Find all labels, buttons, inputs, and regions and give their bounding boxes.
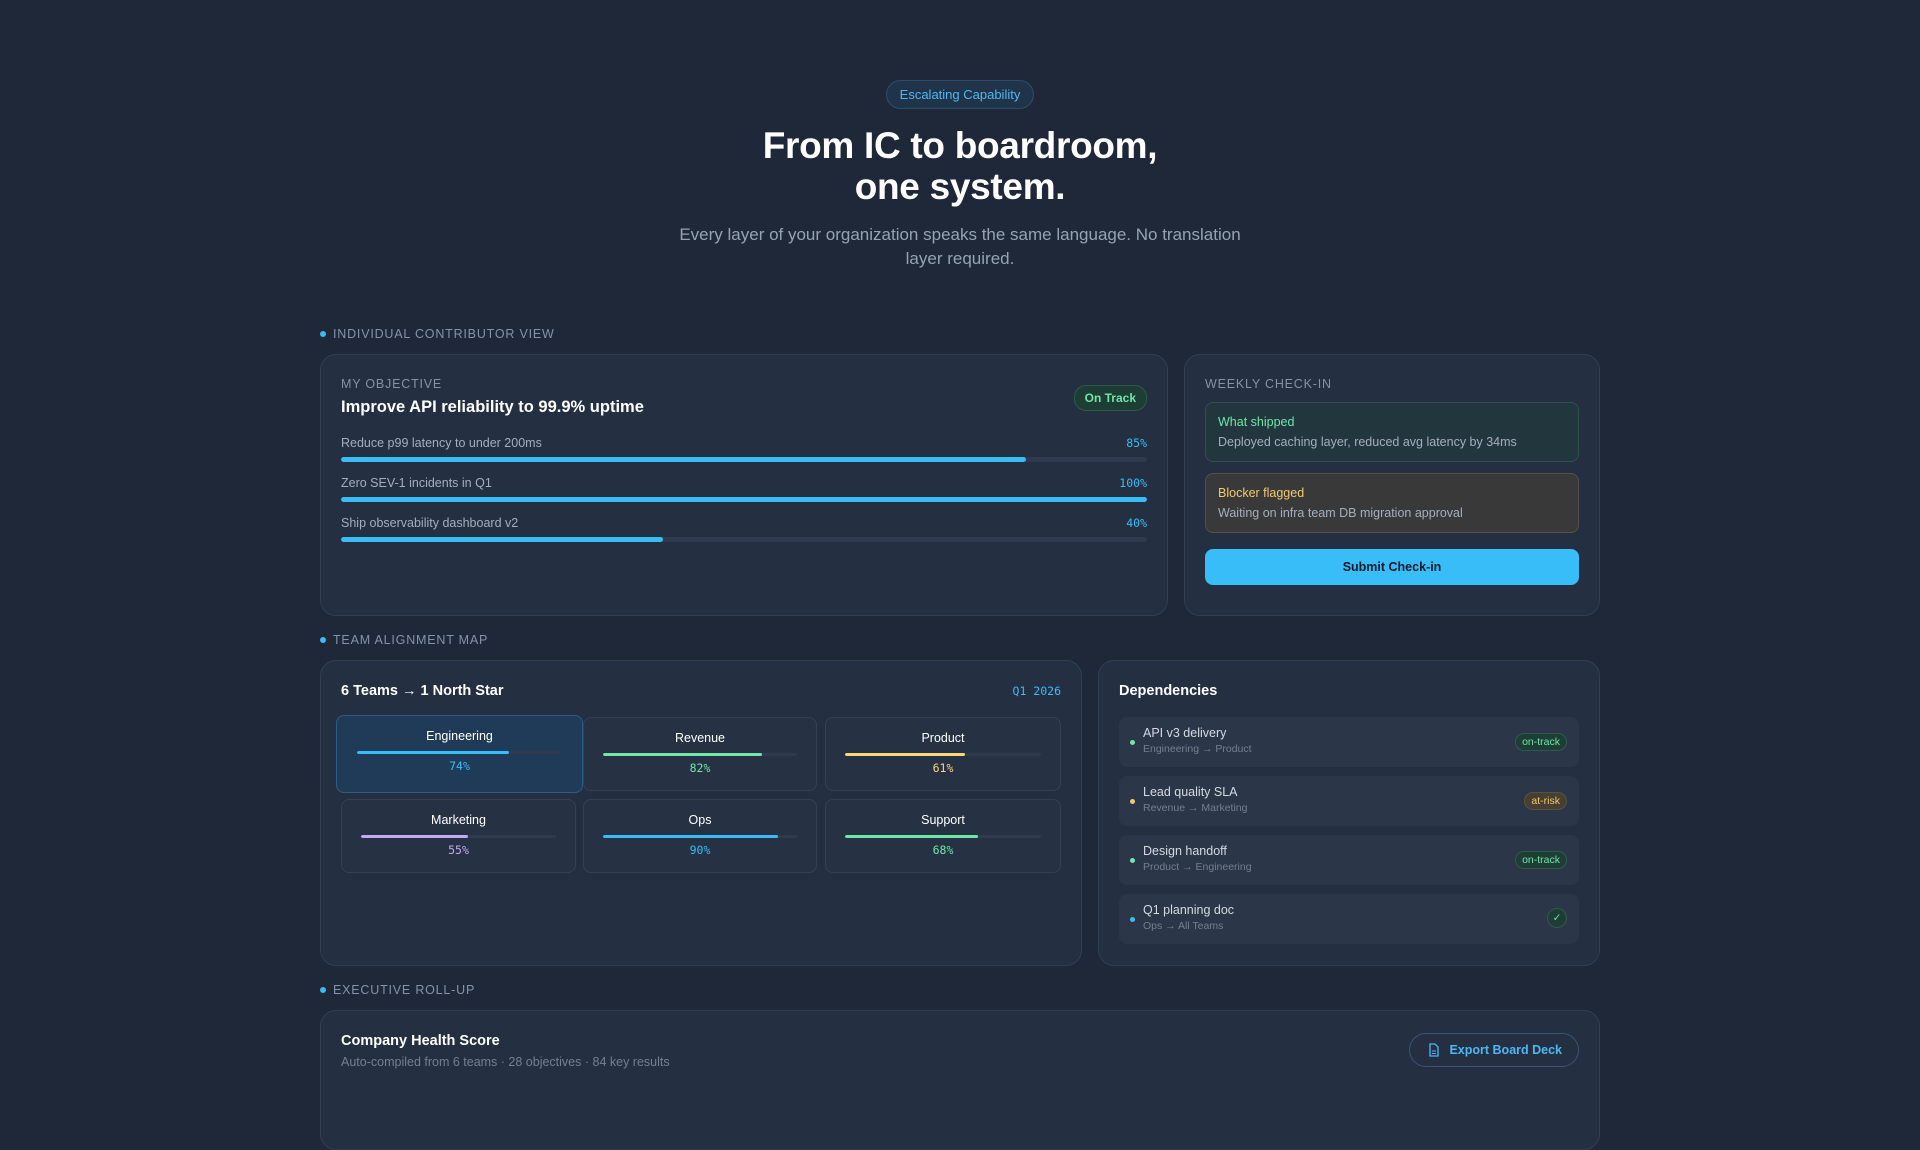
progress-fill <box>341 457 1027 462</box>
progress-fill <box>341 497 1147 502</box>
team-tile-revenue[interactable]: Revenue 82% <box>583 717 817 791</box>
team-tile-support[interactable]: Support 68% <box>825 799 1061 873</box>
dependency-path: Ops → All Teams <box>1143 920 1224 932</box>
dependency-item[interactable]: Q1 planning doc Ops → All Teams ✓ <box>1119 894 1579 944</box>
dependency-status: at-risk <box>1524 792 1567 810</box>
key-result-label: Zero SEV-1 incidents in Q1 <box>341 476 492 490</box>
section-label-ic: Individual Contributor View <box>320 327 555 341</box>
document-icon <box>1429 1043 1440 1057</box>
shipped-title: What shipped <box>1218 415 1295 429</box>
objective-card: My Objective Improve API reliability to … <box>320 354 1168 616</box>
team-tile-marketing[interactable]: Marketing 55% <box>341 799 576 873</box>
checkin-card: Weekly Check-in What shipped Deployed ca… <box>1184 354 1600 616</box>
progress-track <box>341 457 1147 462</box>
hero: Escalating Capability From IC to boardro… <box>0 80 1920 271</box>
key-result-value: 85% <box>1126 436 1147 450</box>
blocker-title: Blocker flagged <box>1218 486 1305 500</box>
dependency-title: Q1 planning doc <box>1143 903 1235 917</box>
key-result: Ship observability dashboard v2 40% <box>341 516 1147 542</box>
health-score-subtitle: Auto-compiled from 6 teams · 28 objectiv… <box>341 1055 670 1069</box>
team-progress-fill <box>844 753 965 756</box>
blocker-body: Waiting on infra team DB migration appro… <box>1218 506 1463 520</box>
checkin-caption: Weekly Check-in <box>1205 377 1332 391</box>
team-tile-product[interactable]: Product 61% <box>825 717 1061 791</box>
dependency-item[interactable]: Design handoff Product → Engineering on-… <box>1119 835 1579 885</box>
team-progress-fill <box>602 753 763 756</box>
key-results-list: Reduce p99 latency to under 200ms 85% Ze… <box>341 436 1147 542</box>
section-label-exec: Executive Roll-up <box>320 983 475 997</box>
team-percent: 55% <box>448 843 469 857</box>
team-percent: 82% <box>689 761 711 775</box>
key-result: Zero SEV-1 incidents in Q1 100% <box>341 476 1147 502</box>
team-progress-fill <box>360 835 469 838</box>
dependencies-title: Dependencies <box>1119 683 1218 699</box>
team-percent: 68% <box>932 843 954 857</box>
team-tile-engineering[interactable]: Engineering 74% <box>336 715 583 793</box>
progress-track <box>341 497 1147 502</box>
dependency-item[interactable]: Lead quality SLA Revenue → Marketing at-… <box>1119 776 1579 826</box>
dependency-status: on-track <box>1515 851 1567 869</box>
dependency-path: Engineering → Product <box>1143 743 1252 755</box>
team-percent: 74% <box>449 759 470 773</box>
key-result-value: 40% <box>1126 516 1147 530</box>
dependency-dot <box>1130 917 1135 922</box>
dependencies-card: Dependencies API v3 delivery Engineering… <box>1098 660 1600 966</box>
progress-fill <box>341 537 664 542</box>
submit-checkin-button[interactable]: Submit Check-in <box>1205 549 1579 585</box>
blocker-note[interactable]: Blocker flagged Waiting on infra team DB… <box>1205 473 1579 533</box>
executive-card: Company Health Score Auto-compiled from … <box>320 1010 1600 1150</box>
section-label-team: Team Alignment Map <box>320 633 488 647</box>
health-score-title: Company Health Score <box>341 1033 500 1049</box>
dependency-path: Revenue → Marketing <box>1143 802 1248 814</box>
team-tile-ops[interactable]: Ops 90% <box>583 799 817 873</box>
key-result-label: Reduce p99 latency to under 200ms <box>341 436 542 450</box>
status-badge: On Track <box>1073 385 1147 411</box>
shipped-note[interactable]: What shipped Deployed caching layer, red… <box>1205 402 1579 462</box>
dependency-status: on-track <box>1515 733 1567 751</box>
team-progress-fill <box>602 835 778 838</box>
team-progress-fill <box>844 835 979 838</box>
section-dot <box>320 987 326 993</box>
hero-title: From IC to boardroom, one system. <box>762 125 1158 207</box>
hero-subtitle: Every layer of your organization speaks … <box>679 225 1241 268</box>
dependency-title: Lead quality SLA <box>1143 785 1238 799</box>
key-result-value: 100% <box>1119 476 1147 490</box>
progress-track <box>341 537 1147 542</box>
team-alignment-card: 6 Teams → 1 North Star Q1 2026 Engineeri… <box>320 660 1082 966</box>
dependency-dot <box>1130 799 1135 804</box>
dependency-dot <box>1130 740 1135 745</box>
quarter-tag: Q1 2026 <box>1012 684 1061 698</box>
dependency-title: Design handoff <box>1143 844 1227 858</box>
team-progress-fill <box>356 751 509 754</box>
teams-title: 6 Teams → 1 North Star <box>341 683 504 699</box>
check-icon: ✓ <box>1547 908 1567 928</box>
capability-pill: Escalating Capability <box>885 80 1035 109</box>
section-dot <box>320 331 326 337</box>
shipped-body: Deployed caching layer, reduced avg late… <box>1218 435 1517 449</box>
team-percent: 90% <box>689 843 711 857</box>
objective-title: Improve API reliability to 99.9% uptime <box>341 398 644 416</box>
section-dot <box>320 637 326 643</box>
key-result: Reduce p99 latency to under 200ms 85% <box>341 436 1147 462</box>
dependency-dot <box>1130 858 1135 863</box>
key-result-label: Ship observability dashboard v2 <box>341 516 519 530</box>
objective-caption: My Objective <box>341 377 443 391</box>
export-board-deck-button[interactable]: Export Board Deck <box>1409 1033 1579 1067</box>
dependency-path: Product → Engineering <box>1143 861 1252 873</box>
dependency-item[interactable]: API v3 delivery Engineering → Product on… <box>1119 717 1579 767</box>
dependency-title: API v3 delivery <box>1143 726 1227 740</box>
team-percent: 61% <box>932 761 954 775</box>
